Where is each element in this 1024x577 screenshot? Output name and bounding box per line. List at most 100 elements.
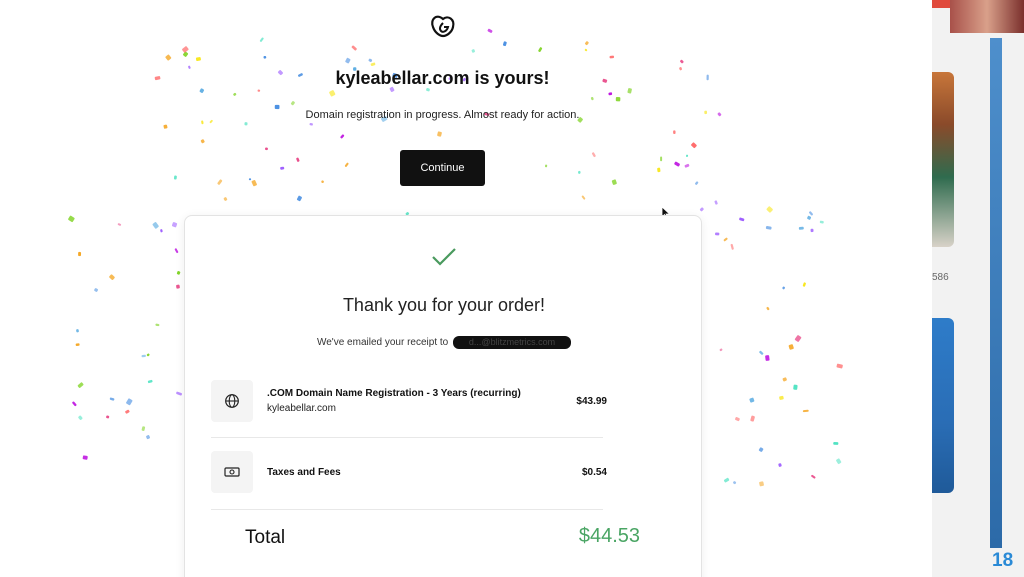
confetti-piece	[182, 46, 189, 53]
page-title: kyleabellar.com is yours!	[335, 68, 550, 88]
confetti-piece	[126, 398, 133, 406]
confetti-piece	[811, 474, 816, 479]
confetti-piece	[117, 223, 122, 226]
order-card: Thank you for your order! We've emailed …	[184, 215, 702, 577]
confetti-piece	[819, 220, 824, 224]
line-item-price: $0.54	[581, 467, 607, 478]
confetti-piece	[779, 395, 784, 400]
confetti-piece	[810, 228, 814, 233]
line-item-domain: .COM Domain Name Registration - 3 Years …	[211, 380, 607, 426]
confetti-piece	[782, 377, 787, 382]
checkmark-icon	[432, 248, 456, 266]
confetti-piece	[657, 167, 661, 173]
confetti-piece	[809, 211, 813, 216]
confetti-piece	[173, 175, 177, 180]
confetti-piece	[141, 426, 146, 431]
confetti-piece	[723, 237, 728, 242]
confetti-piece	[735, 417, 740, 422]
background-tab-indicator	[932, 0, 950, 8]
confetti-piece	[344, 162, 349, 167]
confetti-piece	[739, 217, 745, 222]
confetti-piece	[609, 55, 615, 59]
confetti-piece	[125, 409, 130, 414]
confetti-piece	[691, 142, 697, 149]
confetti-piece	[345, 57, 351, 64]
receipt-text: We've emailed your receipt to	[316, 337, 449, 349]
confetti-piece	[217, 179, 223, 185]
confetti-piece	[749, 397, 755, 403]
confetti-piece	[584, 48, 588, 52]
background-thumbnail	[932, 318, 954, 493]
confetti-piece	[793, 384, 798, 390]
line-item-price: $43.99	[576, 396, 607, 407]
confetti-piece	[538, 47, 543, 52]
confetti-piece	[680, 59, 684, 64]
total-amount: $44.53	[578, 525, 640, 547]
background-thumbnail	[932, 72, 954, 247]
receipt-notice: We've emailed your receipt to d...@blitz…	[185, 336, 703, 349]
confetti-piece	[78, 415, 83, 420]
confetti-piece	[263, 55, 267, 59]
confetti-piece	[195, 57, 201, 62]
confetti-piece	[695, 181, 699, 185]
confetti-piece	[544, 164, 548, 168]
confetti-piece	[340, 134, 345, 139]
confetti-piece	[578, 170, 581, 174]
confetti-piece	[155, 323, 160, 327]
confetti-piece	[280, 166, 285, 170]
confetti-piece	[471, 49, 475, 53]
confetti-piece	[223, 197, 228, 201]
confetti-piece	[259, 37, 264, 42]
confetti-piece	[723, 477, 730, 483]
confetti-piece	[591, 152, 596, 158]
confetti-piece	[251, 180, 257, 187]
confetti-piece	[329, 90, 336, 97]
confetti-piece	[147, 379, 153, 384]
confetti-piece	[72, 401, 77, 407]
confetti-piece	[163, 124, 168, 129]
cash-icon	[211, 451, 253, 493]
divider	[211, 509, 603, 510]
confetti-piece	[798, 226, 804, 230]
confetti-piece	[807, 215, 812, 220]
confetti-piece	[765, 226, 772, 230]
confetti-piece	[759, 481, 764, 487]
main-page: kyleabellar.com is yours! Domain registr…	[0, 0, 932, 577]
confetti-piece	[699, 207, 704, 212]
confetti-piece	[684, 163, 690, 168]
confetti-piece	[160, 229, 163, 233]
page-subtitle: Domain registration in progress. Almost …	[305, 109, 580, 121]
divider	[211, 437, 603, 438]
line-item-domain-name: kyleabellar.com	[267, 403, 336, 414]
total-label: Total	[245, 527, 286, 548]
confetti-piece	[502, 41, 507, 47]
confetti-piece	[146, 353, 150, 357]
confetti-piece	[674, 161, 680, 167]
confetti-piece	[487, 28, 493, 33]
confetti-piece	[248, 178, 252, 181]
confetti-piece	[176, 391, 183, 396]
confetti-piece	[309, 122, 313, 126]
continue-button[interactable]: Continue	[400, 150, 485, 186]
confetti-piece	[109, 397, 115, 401]
confetti-piece	[590, 96, 594, 101]
confetti-piece	[176, 271, 181, 275]
confetti-piece	[788, 344, 794, 350]
line-item-taxes: Taxes and Fees $0.54	[211, 451, 607, 497]
line-item-name: Taxes and Fees	[267, 467, 341, 478]
confetti-piece	[351, 45, 357, 51]
confetti-piece	[368, 58, 373, 62]
confetti-piece	[715, 232, 720, 236]
confetti-piece	[94, 288, 99, 292]
confetti-piece	[581, 195, 586, 200]
confetti-piece	[106, 415, 110, 419]
confetti-piece	[200, 139, 205, 144]
confetti-piece	[584, 41, 589, 46]
order-confirmation-title: Thank you for your order!	[342, 295, 546, 315]
confetti-piece	[370, 62, 376, 66]
confetti-piece	[833, 442, 839, 445]
confetti-piece	[165, 54, 172, 61]
confetti-piece	[109, 274, 115, 280]
confetti-piece	[296, 195, 302, 202]
godaddy-logo-icon[interactable]	[430, 14, 456, 40]
